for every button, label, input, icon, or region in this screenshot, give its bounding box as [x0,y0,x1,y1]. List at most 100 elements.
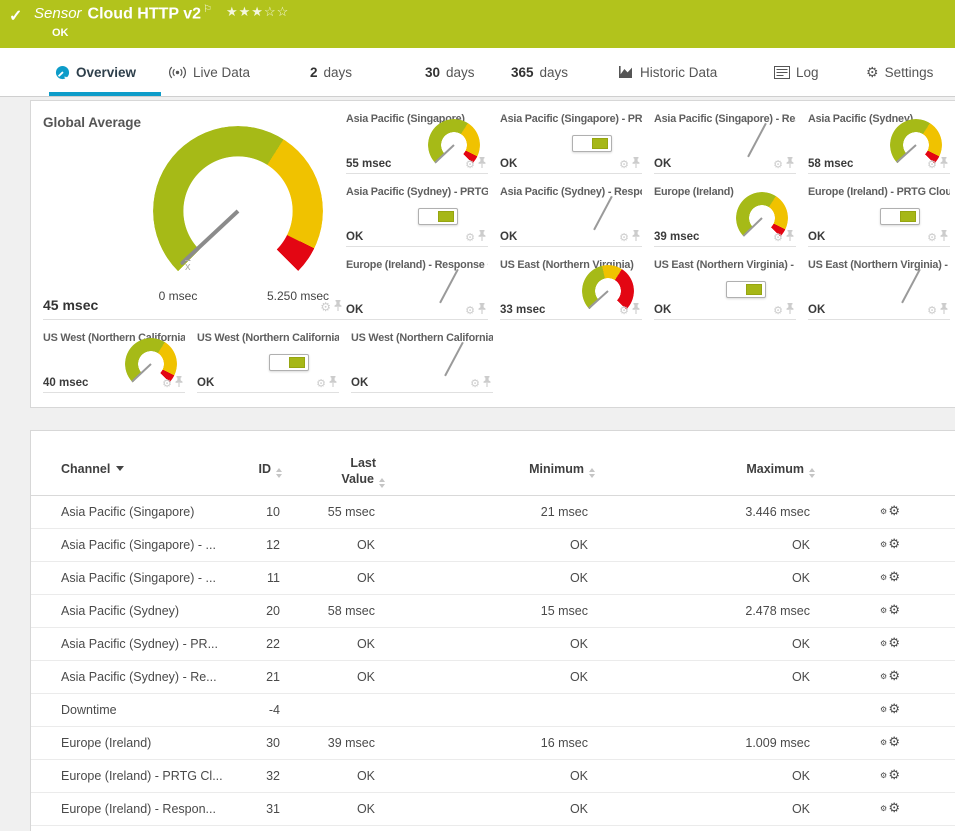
gear-icon[interactable]: ⚙ [619,304,629,317]
channel-settings-gears-icon[interactable]: ⚙ ⚙ [880,529,900,551]
pin-icon[interactable] [329,376,337,390]
log-icon [774,65,790,79]
pin-icon[interactable] [483,376,491,390]
tab-label: days [539,64,569,80]
pin-icon[interactable] [175,376,183,390]
channel-gauge-cell[interactable]: Asia Pacific (Singapore) - Res... OK ⚙ [654,113,796,174]
pin-icon[interactable] [786,157,794,171]
gear-icon[interactable]: ⚙ [465,304,475,317]
channel-gauge-cell[interactable]: US West (Northern California)... OK ⚙ [351,332,493,393]
column-header-channel[interactable]: Channel [61,462,125,476]
column-header-maximum[interactable]: Maximum [746,462,815,478]
gear-icon[interactable]: ⚙ [470,377,480,390]
column-header-last-value[interactable]: Last Value [341,455,385,488]
channel-settings-gears-icon[interactable]: ⚙ ⚙ [880,793,900,815]
row-channel-name[interactable]: Downtime [61,694,266,726]
object-kind-label: Sensor [34,5,82,23]
status-toggle-indicator [269,354,309,371]
pin-icon[interactable] [478,303,486,317]
tab-log[interactable]: Log [774,48,819,96]
pin-icon[interactable] [334,300,342,314]
channel-gauge-cell[interactable]: US West (Northern California)... OK ⚙ [197,332,339,393]
gear-icon[interactable]: ⚙ [162,377,172,390]
channel-settings-gears-icon[interactable]: ⚙ ⚙ [880,727,900,749]
channel-settings-gears-icon[interactable]: ⚙ ⚙ [880,661,900,683]
gear-icon[interactable]: ⚙ [619,231,629,244]
gear-icon[interactable]: ⚙ [773,158,783,171]
channel-settings-gears-icon[interactable]: ⚙ ⚙ [880,595,900,617]
channel-gauge-cell[interactable]: Asia Pacific (Singapore) - PR... OK ⚙ [500,113,642,174]
channel-settings-gears-icon[interactable]: ⚙ ⚙ [880,496,900,518]
tab-365-days[interactable]: 365 days [511,48,568,96]
gear-icon[interactable]: ⚙ [619,158,629,171]
channel-gauge-cell[interactable]: Europe (Ireland) 39 msec ⚙ [654,186,796,247]
channel-settings-gears-icon[interactable]: ⚙ ⚙ [880,760,900,782]
pin-icon[interactable] [478,230,486,244]
channel-gauge-cell[interactable]: Asia Pacific (Sydney) - Respo... OK ⚙ [500,186,642,247]
channel-settings-gears-icon[interactable]: ⚙ ⚙ [880,694,900,716]
pin-icon[interactable] [940,230,948,244]
row-channel-name[interactable]: Asia Pacific (Sydney) [61,595,266,627]
table-row: Asia Pacific (Sydney) - PR... 22 OK OK OK ⚙ ⚙ [31,628,955,661]
gear-icon[interactable]: ⚙ [316,377,326,390]
gear-icon[interactable]: ⚙ [927,231,937,244]
channel-gauge-cell[interactable]: Asia Pacific (Sydney) - PRTG ... OK ⚙ [346,186,488,247]
table-header-row: Channel ID Last Value Minimum Maximum [31,431,955,496]
toggle-knob [592,138,608,149]
row-id: 20 [266,604,280,618]
row-channel-name[interactable]: Europe (Ireland) - Respon... [61,793,266,825]
row-channel-name[interactable]: Asia Pacific (Sydney) - Re... [61,661,266,693]
gear-icon[interactable]: ⚙ [465,158,475,171]
pin-icon[interactable] [632,303,640,317]
channel-cell-title: US East (Northern Virginia) - ... [654,259,796,271]
row-channel-name[interactable]: Asia Pacific (Singapore) [61,496,266,528]
channel-gauge-cell[interactable]: US East (Northern Virginia) - ... OK ⚙ [808,259,950,320]
tab-2-days[interactable]: 2 days [310,48,352,96]
gear-icon[interactable]: ⚙ [465,231,475,244]
channel-gauge-cell[interactable]: Asia Pacific (Sydney) 58 msec ⚙ [808,113,950,174]
tab-label: Overview [76,64,137,80]
pin-icon[interactable] [478,157,486,171]
gear-icon[interactable]: ⚙ [927,304,937,317]
row-last-value: 58 msec [327,604,375,618]
pin-icon[interactable] [786,230,794,244]
pin-icon[interactable] [940,303,948,317]
pin-icon[interactable] [940,157,948,171]
row-channel-name[interactable]: Europe (Ireland) - PRTG Cl... [61,760,266,792]
cell-actions: ⚙ [465,230,486,244]
toggle-knob [746,284,762,295]
channel-gauge-cell[interactable]: Europe (Ireland) - PRTG Cloud... OK ⚙ [808,186,950,247]
row-channel-name[interactable]: Asia Pacific (Singapore) - ... [61,529,266,561]
channel-gauge-cell[interactable]: US East (Northern Virginia) - ... OK ⚙ [654,259,796,320]
column-header-id[interactable]: ID [259,462,282,478]
channel-cell-value: OK [346,231,364,243]
star-rating[interactable]: ★★★☆☆ [226,4,289,19]
tab-30-days[interactable]: 30 days [425,48,475,96]
channel-gauge-cell[interactable]: US West (Northern California) 40 msec ⚙ [43,332,185,393]
flag-icon[interactable]: ⚐ [203,4,212,15]
gear-icon[interactable]: ⚙ [773,304,783,317]
tab-live-data[interactable]: Live Data [168,48,250,96]
channel-gauge-cell[interactable]: Asia Pacific (Singapore) 55 msec ⚙ [346,113,488,174]
gear-icon[interactable]: ⚙ [927,158,937,171]
gear-icon[interactable]: ⚙ [320,300,331,314]
channel-gauge-cell[interactable]: Europe (Ireland) - Response C... OK ⚙ [346,259,488,320]
row-maximum: 2.478 msec [745,604,810,618]
pin-icon[interactable] [632,230,640,244]
tab-overview[interactable]: Overview [49,48,161,96]
pin-icon[interactable] [786,303,794,317]
column-header-minimum[interactable]: Minimum [529,462,595,478]
global-average-cell[interactable]: Global Average x 0 msec 5.250 msec 45 ms… [43,113,346,320]
gauge-needle [434,144,455,164]
row-channel-name[interactable]: Asia Pacific (Sydney) - PR... [61,628,266,660]
tab-settings[interactable]: ⚙ Settings [866,48,933,96]
row-channel-name[interactable]: Asia Pacific (Singapore) - ... [61,562,266,594]
pin-icon[interactable] [632,157,640,171]
gear-icon[interactable]: ⚙ [773,231,783,244]
cell-actions: ⚙ [320,300,342,314]
channel-gauge-cell[interactable]: US East (Northern Virginia) 33 msec ⚙ [500,259,642,320]
channel-settings-gears-icon[interactable]: ⚙ ⚙ [880,562,900,584]
channel-settings-gears-icon[interactable]: ⚙ ⚙ [880,628,900,650]
tab-historic-data[interactable]: Historic Data [618,48,717,96]
row-channel-name[interactable]: Europe (Ireland) [61,727,266,759]
